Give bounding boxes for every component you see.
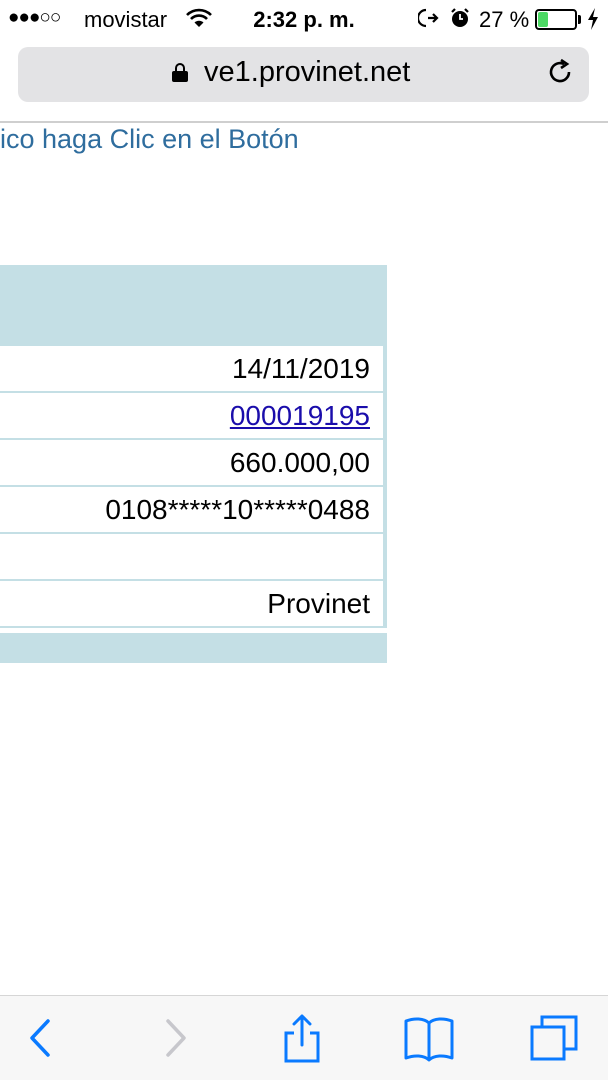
table-row-channel: Provinet	[0, 581, 387, 628]
header-divider	[0, 121, 608, 123]
battery-icon	[535, 9, 577, 30]
amount-value: 660.000,00	[229, 447, 370, 478]
table-row-amount: 660.000,00	[0, 440, 387, 487]
forward-icon[interactable]	[150, 1013, 200, 1063]
alarm-icon	[449, 7, 471, 35]
tabs-icon[interactable]	[530, 1013, 580, 1063]
battery-tip	[578, 15, 581, 24]
date-value: 14/11/2019	[231, 353, 370, 384]
rotation-lock-icon	[416, 7, 440, 35]
reload-icon[interactable]	[546, 58, 574, 94]
battery-percent: 27 %	[479, 7, 530, 32]
reference-link[interactable]: 000019195	[230, 393, 370, 438]
battery-level	[538, 12, 548, 27]
table-row-date: 14/11/2019	[0, 346, 387, 393]
table-header	[0, 265, 387, 346]
table-row-reference: 000019195	[0, 393, 387, 440]
channel-value: Provinet	[267, 588, 370, 619]
table-row-empty	[0, 534, 387, 581]
lock-icon	[172, 63, 188, 82]
table-footer	[0, 633, 387, 663]
status-bar: ●●●○○ movistar 2:32 p. m. 27 %	[0, 0, 608, 40]
charging-bolt-icon	[586, 7, 600, 37]
details-table: 14/11/2019 000019195 660.000,00 0108****…	[0, 346, 387, 628]
instruction-text: ico haga Clic en el Botón	[0, 124, 299, 154]
account-number-value: 0108*****10*****0488	[105, 494, 370, 525]
table-row-account: 0108*****10*****0488	[0, 487, 387, 534]
bookmarks-icon[interactable]	[404, 1013, 454, 1063]
share-icon[interactable]	[277, 1013, 327, 1063]
url-text[interactable]: ve1.provinet.net	[204, 56, 410, 89]
back-icon[interactable]	[16, 1013, 66, 1063]
